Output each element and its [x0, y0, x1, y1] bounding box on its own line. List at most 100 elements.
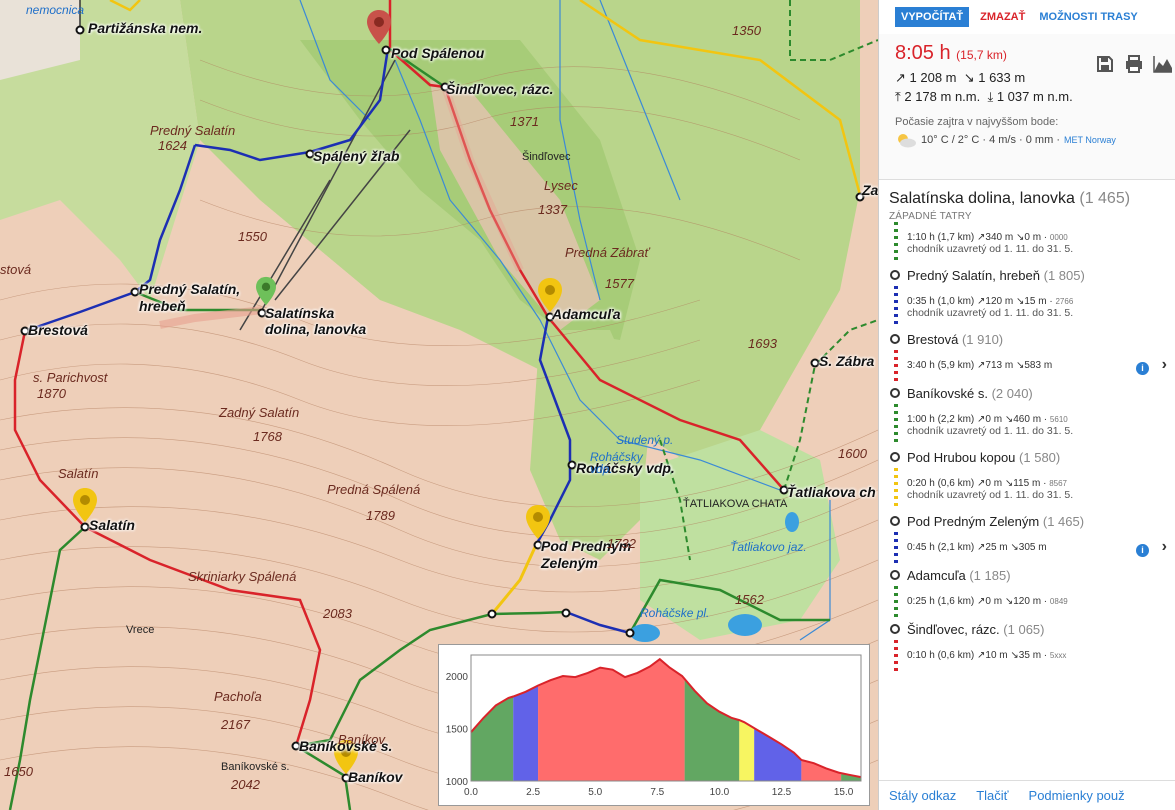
elevation-chart-icon[interactable]	[1153, 54, 1173, 74]
map-terrain-label: 2083	[323, 606, 352, 621]
x-tick-label: 2.5	[526, 787, 540, 798]
start-marker-icon[interactable]	[367, 10, 391, 44]
waypoint-ring-icon	[890, 624, 900, 634]
met-norway-link[interactable]: MET Norway	[1064, 135, 1116, 145]
chevron-right-icon[interactable]: ›	[1162, 356, 1167, 374]
app: Partižánska nem. Pod Spálenou Šindľovec, r…	[0, 0, 1175, 810]
segment-color-bar	[894, 468, 898, 510]
waypoint-ring-icon	[890, 570, 900, 580]
map-terrain-label: ŤATLIAKOVA CHATA	[683, 498, 788, 510]
map-terrain-label: 2042	[231, 777, 260, 792]
waypoint-name: Adamcuľa (1 185)	[907, 568, 1011, 583]
waypoint-label: Brestová	[907, 331, 959, 347]
elevation-chart[interactable]: 0.0 2.5 5.0 7.5 10.0 12.5 15.0 2000 1500 1000	[439, 645, 871, 807]
route-segment[interactable]: 3:40 h (5,9 km) ↗713 m ↘583 m i ›	[889, 350, 1175, 382]
map-place-label[interactable]: dolina, lanovka	[265, 322, 366, 337]
trail-code: 5xxx	[1049, 651, 1067, 660]
lift-marker-icon[interactable]	[256, 276, 276, 306]
chevron-right-icon[interactable]: ›	[1162, 538, 1167, 556]
map-place-label[interactable]: Adamcuľa	[552, 307, 621, 322]
waypoint-label: Šindľovec, rázc.	[907, 621, 1000, 637]
route-segment[interactable]: 0:45 h (2,1 km) ↗25 m ↘305 m i ›	[889, 532, 1175, 564]
route-distance: (15,7 km)	[956, 48, 1007, 62]
waypoint-marker-icon[interactable]	[526, 505, 550, 539]
start-title[interactable]: Salatínska dolina, lanovka (1 465)	[889, 190, 1165, 208]
calculate-button[interactable]: VYPOČÍTAŤ	[895, 7, 970, 27]
y-tick-label: 2000	[446, 672, 469, 683]
route-waypoint[interactable]: Brestová (1 910)	[889, 328, 1175, 350]
route-segment[interactable]: 1:00 h (2,2 km) ↗0 m ↘460 m · 5610 chodní…	[889, 404, 1175, 446]
map-place-label[interactable]: Zeleným	[541, 556, 598, 571]
waypoint-label: Pod Hrubou kopou	[907, 449, 1016, 465]
route-segment[interactable]: 0:35 h (1,0 km) ↗120 m ↘15 m · 2766 chodn…	[889, 286, 1175, 328]
waypoint-name: Pod Predným Zeleným (1 465)	[907, 514, 1084, 529]
route-waypoint[interactable]: Baníkovské s. (2 040)	[889, 382, 1175, 404]
route-waypoint[interactable]: Šindľovec, rázc. (1 065)	[889, 618, 1175, 640]
trail-closure-note: chodník uzavretý od 1. 11. do 31. 5.	[907, 425, 1074, 437]
trail-closure-note: chodník uzavretý od 1. 11. do 31. 5.	[907, 243, 1074, 255]
map-terrain-label: Baníkov	[338, 732, 385, 747]
route-start: Salatínska dolina, lanovka (1 465) ZÁPAD…	[879, 180, 1175, 222]
trail-code: 0849	[1049, 597, 1068, 606]
route-segment[interactable]: 1:10 h (1,7 km) ↗340 m ↘0 m · 0000 chodní…	[889, 222, 1175, 264]
map-place-label[interactable]: Partižánska nem.	[88, 21, 202, 36]
route-options-button[interactable]: MOŽNOSTI TRASY	[1036, 7, 1140, 27]
print-link[interactable]: Tlačiť	[976, 788, 1008, 803]
map-view[interactable]: Partižánska nem. Pod Spálenou Šindľovec, r…	[0, 0, 878, 810]
map-place-label[interactable]: Ťatliakova ch	[787, 485, 876, 500]
map-place-label[interactable]: Salatínska	[265, 306, 334, 321]
route-segment[interactable]: 0:10 h (0,6 km) ↗10 m ↘35 m · 5xxx	[889, 640, 1175, 672]
map-terrain-label: 1789	[366, 508, 395, 523]
route-segment[interactable]: 0:20 h (0,6 km) ↗0 m ↘115 m · 8567 chodní…	[889, 468, 1175, 510]
x-tick-label: 0.0	[464, 787, 478, 798]
map-place-label[interactable]: hrebeň	[139, 299, 186, 314]
delete-button[interactable]: ZMAZAŤ	[977, 7, 1028, 27]
info-icon[interactable]: i	[1136, 362, 1149, 375]
map-place-label[interactable]: Brestová	[28, 323, 88, 338]
map-terrain-label: Pachoľa	[214, 689, 262, 704]
print-icon[interactable]	[1124, 54, 1144, 74]
summary-actions	[1095, 54, 1173, 74]
map-terrain-label: Roháčske pl.	[640, 606, 710, 620]
map-place-label[interactable]: Predný Salatín,	[139, 282, 240, 297]
route-waypoint[interactable]: Predný Salatín, hrebeň (1 805)	[889, 264, 1175, 286]
waypoint-altitude: (1 465)	[1042, 513, 1085, 529]
segment-color-bar	[894, 222, 898, 264]
map-terrain-label: vdp.	[590, 462, 613, 476]
elevation-profile[interactable]: 0.0 2.5 5.0 7.5 10.0 12.5 15.0 2000 1500 1000	[438, 644, 870, 806]
map-terrain-label: 1550	[238, 229, 267, 244]
save-icon[interactable]	[1095, 54, 1115, 74]
map-place-label[interactable]: Spálený žľab	[313, 149, 399, 164]
map-terrain-label: nemocnica	[26, 3, 85, 17]
map-place-label[interactable]: Pod Spálenou	[391, 46, 484, 61]
map-terrain-label: Skriniarky Spálená	[188, 569, 297, 584]
weather-info: 10° C / 2° C · 4 m/s · 0 mm · MET Norway	[895, 132, 1159, 148]
map-terrain-label: Predná Zábrať	[565, 245, 650, 260]
terms-link[interactable]: Podmienky použ	[1029, 788, 1125, 803]
x-tick-label: 15.0	[834, 787, 854, 798]
route-waypoint[interactable]: Pod Predným Zeleným (1 465)	[889, 510, 1175, 532]
route-segment[interactable]: 0:25 h (1,6 km) ↗0 m ↘120 m · 0849	[889, 586, 1175, 618]
segment-color-bar	[894, 532, 898, 564]
route-waypoint[interactable]: Pod Hrubou kopou (1 580)	[889, 446, 1175, 468]
map-terrain-label: 1650	[4, 764, 33, 779]
segment-stats-text: 0:25 h (1,6 km) ↗0 m ↘120 m ·	[907, 596, 1050, 607]
route-summary: 8:05 h (15,7 km) ↗ 1 208 m ↘ 1 633 m ⤒ 2…	[879, 34, 1175, 180]
panel-footer: Stály odkaz Tlačiť Podmienky použ	[879, 780, 1175, 810]
map-place-label[interactable]: Baníkov	[348, 770, 402, 785]
segment-color-bar	[894, 640, 898, 672]
map-place-label[interactable]: Šindľovec, rázc.	[446, 82, 553, 97]
waypoint-ring-icon	[890, 388, 900, 398]
map-place-label[interactable]: S. Zábra	[819, 354, 874, 369]
route-waypoint[interactable]: Adamcuľa (1 185)	[889, 564, 1175, 586]
map-terrain-label: 1600	[838, 446, 867, 461]
trail-code: 5610	[1049, 415, 1068, 424]
map-place-label[interactable]: Salatín	[89, 518, 135, 533]
segment-stats-text: 1:10 h (1,7 km) ↗340 m ↘0 m ·	[907, 232, 1050, 243]
waypoint-altitude: (2 040)	[991, 385, 1033, 401]
permalink-link[interactable]: Stály odkaz	[889, 788, 956, 803]
waypoint-ring-icon	[890, 452, 900, 462]
map-place-label[interactable]: Za	[862, 183, 878, 198]
info-icon[interactable]: i	[1136, 544, 1149, 557]
map-terrain-label: Predná Spálená	[327, 482, 421, 497]
